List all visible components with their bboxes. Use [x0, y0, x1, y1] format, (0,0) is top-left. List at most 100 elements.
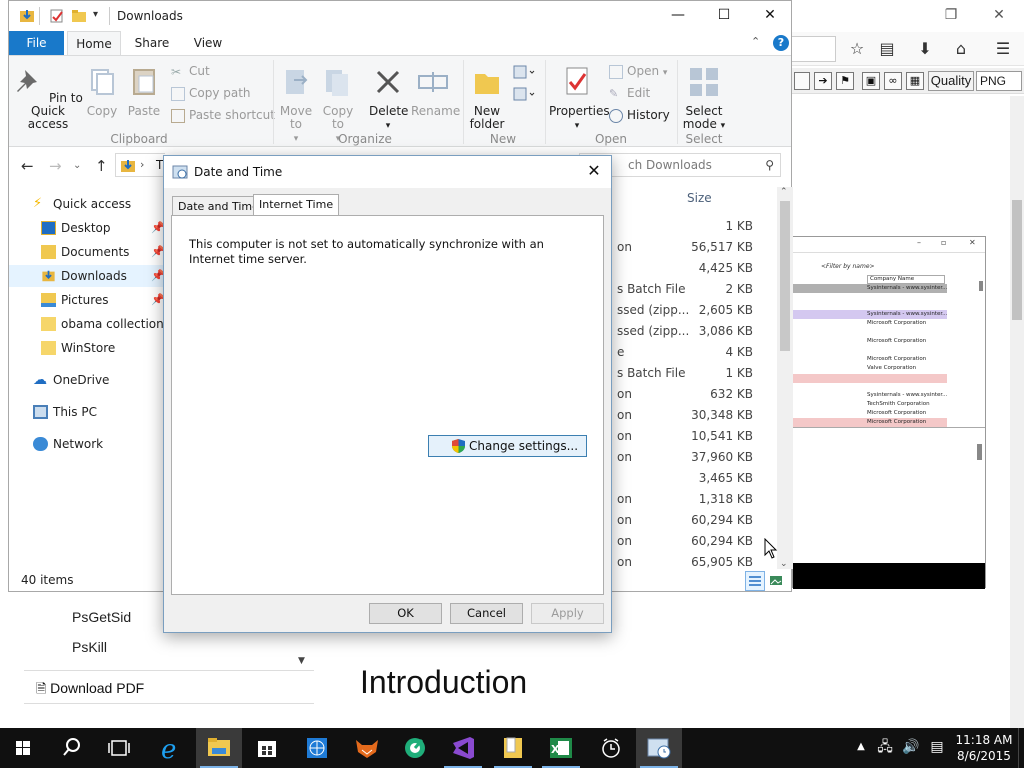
nav-item-pictures[interactable]: Pictures 📌	[9, 289, 169, 311]
file-row-size[interactable]: 65,905 KB	[691, 555, 753, 569]
copy-button[interactable]: Copy	[85, 66, 119, 118]
cancel-button[interactable]: Cancel	[450, 603, 523, 624]
ribbon-collapse-icon[interactable]: ⌃	[751, 35, 760, 48]
file-row-type[interactable]: on	[617, 240, 632, 254]
file-row-type[interactable]: on	[617, 387, 632, 401]
paste-shortcut-button[interactable]: Paste shortcut	[171, 108, 275, 123]
browser-scrollbar-thumb[interactable]	[1012, 200, 1022, 320]
bookmark-star-icon[interactable]: ☆	[846, 38, 868, 60]
browser-close-button[interactable]: ✕	[984, 4, 1014, 26]
file-list-scrollbar-thumb[interactable]	[780, 201, 790, 351]
new-folder-icon[interactable]	[71, 8, 87, 24]
file-row-size[interactable]: 2 KB	[725, 282, 753, 296]
browser-address-bar[interactable]	[792, 36, 836, 62]
up-arrow-icon[interactable]: ↑	[95, 157, 108, 175]
volume-tray-icon[interactable]: 🔊	[902, 738, 920, 756]
toolbar-image-icon[interactable]: ▣	[862, 72, 880, 90]
browser-restore-button[interactable]: ❐	[936, 4, 966, 26]
toolbar-document-icon[interactable]: ▦	[906, 72, 924, 90]
file-row-type[interactable]: ssed (zipp...	[617, 303, 689, 317]
sidebar-link-psgetsid[interactable]: PsGetSid	[72, 609, 131, 625]
file-row-size[interactable]: 37,960 KB	[691, 450, 753, 464]
nav-this-pc[interactable]: This PC	[9, 401, 169, 423]
back-arrow-icon[interactable]: ←	[21, 157, 34, 175]
start-button[interactable]	[0, 728, 46, 768]
paste-button[interactable]: Paste	[125, 66, 163, 118]
tab-date-and-time[interactable]: Date and Time	[172, 196, 265, 216]
toolbar-button[interactable]	[794, 72, 810, 90]
format-select[interactable]: PNG	[976, 71, 1022, 91]
browser-scrollbar[interactable]	[1010, 96, 1024, 728]
nav-item-desktop[interactable]: Desktop 📌	[9, 217, 169, 239]
file-row-size[interactable]: 3,465 KB	[699, 471, 753, 485]
sidebar-link-pskill[interactable]: PsKill	[72, 639, 107, 655]
file-row-size[interactable]: 30,348 KB	[691, 408, 753, 422]
file-row-size[interactable]: 632 KB	[710, 387, 753, 401]
tab-internet-time[interactable]: Internet Time	[253, 194, 340, 216]
nav-onedrive[interactable]: ☁ OneDrive	[9, 369, 169, 391]
excel-taskbar-app[interactable]: X	[538, 728, 584, 768]
easy-access-icon[interactable]	[513, 86, 535, 102]
file-row-size[interactable]: 10,541 KB	[691, 429, 753, 443]
select-mode-button[interactable]: Select mode ▾	[681, 66, 727, 133]
address-box[interactable]: › T	[115, 153, 165, 177]
tab-view[interactable]: View	[185, 31, 231, 55]
file-row-type[interactable]: on	[617, 513, 632, 527]
store-taskbar-app[interactable]	[244, 728, 290, 768]
nav-item-winstore[interactable]: WinStore	[9, 337, 169, 359]
search-button[interactable]	[48, 728, 94, 768]
dialog-close-button[interactable]: ✕	[581, 158, 607, 184]
large-icons-view-icon[interactable]	[767, 571, 787, 591]
properties-button[interactable]: Properties ▾	[549, 66, 610, 133]
apply-button[interactable]: Apply	[531, 603, 604, 624]
sidebar-scroll-down-icon[interactable]: ▼	[298, 656, 305, 666]
file-row-type[interactable]: s Batch File	[617, 282, 685, 296]
properties-check-icon[interactable]	[49, 8, 65, 24]
hamburger-menu-icon[interactable]: ☰	[992, 38, 1014, 60]
file-row-size[interactable]: 56,517 KB	[691, 240, 753, 254]
minimize-button[interactable]: —	[655, 1, 701, 31]
details-view-icon[interactable]	[745, 571, 765, 591]
pin-to-quick-access-button[interactable]: Pin to Quick access	[13, 66, 83, 131]
show-hidden-icons-icon[interactable]: ▲	[852, 738, 870, 756]
help-icon[interactable]: ?	[773, 35, 789, 51]
file-row-type[interactable]: s Batch File	[617, 366, 685, 380]
tab-share[interactable]: Share	[129, 31, 175, 55]
file-row-type[interactable]: on	[617, 492, 632, 506]
task-view-button[interactable]	[96, 728, 142, 768]
quality-button[interactable]: Quality	[928, 71, 974, 91]
toolbar-binoculars-icon[interactable]: ∞	[884, 72, 902, 90]
new-item-icon[interactable]	[513, 64, 535, 80]
edge-taskbar-app[interactable]: e	[148, 728, 194, 768]
file-row-size[interactable]: 2,605 KB	[699, 303, 753, 317]
close-button[interactable]: ✕	[747, 1, 793, 31]
download-pdf-link[interactable]: 🗎 Download PDF	[24, 670, 314, 704]
file-row-size[interactable]: 1 KB	[725, 219, 753, 233]
show-desktop-button[interactable]	[1018, 728, 1024, 768]
column-header-size[interactable]: Size	[687, 191, 712, 205]
history-button[interactable]: History	[609, 108, 670, 123]
nav-network[interactable]: Network	[9, 433, 169, 455]
file-row-size[interactable]: 4,425 KB	[699, 261, 753, 275]
file-row-type[interactable]: on	[617, 429, 632, 443]
file-row-size[interactable]: 1,318 KB	[699, 492, 753, 506]
file-row-type[interactable]: on	[617, 534, 632, 548]
file-row-size[interactable]: 60,294 KB	[691, 534, 753, 548]
file-row-size[interactable]: 4 KB	[725, 345, 753, 359]
file-row-size[interactable]: 3,086 KB	[699, 324, 753, 338]
nav-item-documents[interactable]: Documents 📌	[9, 241, 169, 263]
nav-item-downloads[interactable]: Downloads 📌	[9, 265, 169, 287]
qat-dropdown-icon[interactable]: ▾	[93, 9, 98, 20]
folder-taskbar-app[interactable]	[490, 728, 536, 768]
new-folder-button[interactable]: New folder	[467, 66, 507, 131]
file-row-size[interactable]: 60,294 KB	[691, 513, 753, 527]
file-explorer-taskbar-app[interactable]	[196, 728, 242, 768]
alarms-taskbar-app[interactable]	[588, 728, 634, 768]
file-row-type[interactable]: on	[617, 450, 632, 464]
change-settings-button[interactable]: Change settings...	[428, 435, 587, 457]
file-row-type[interactable]: on	[617, 408, 632, 422]
recent-dropdown-icon[interactable]: ⌄	[73, 160, 81, 171]
network-tray-icon[interactable]: 🖧	[876, 738, 894, 756]
ok-button[interactable]: OK	[369, 603, 442, 624]
copy-path-button[interactable]: Copy path	[171, 86, 251, 101]
